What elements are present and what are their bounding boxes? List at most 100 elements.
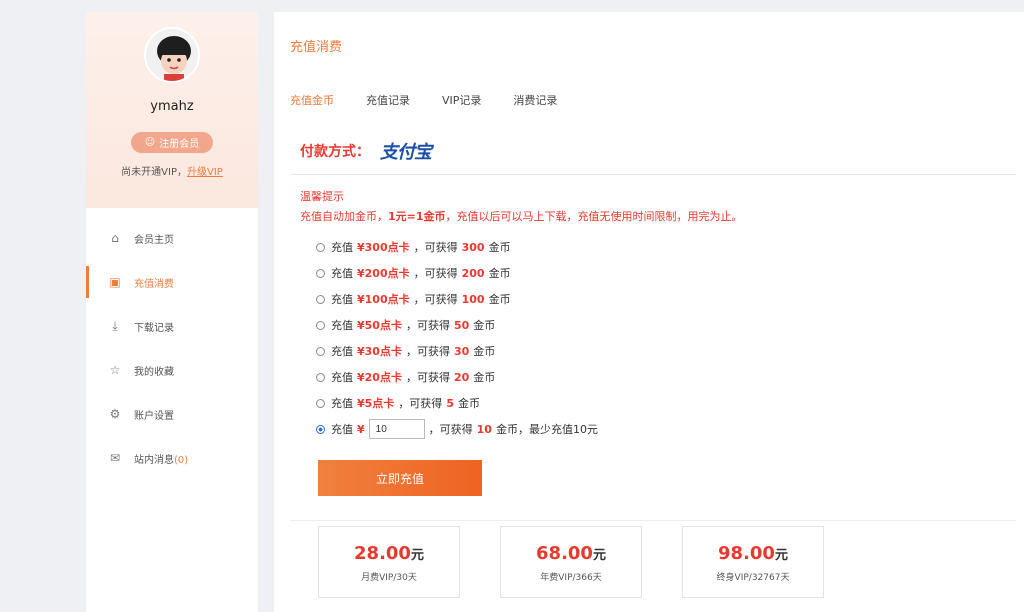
vip-price-value: 98.00 bbox=[718, 543, 775, 564]
radio-button[interactable] bbox=[316, 372, 325, 382]
radio-button[interactable] bbox=[316, 346, 325, 356]
option-mid: ，可获得 bbox=[405, 371, 450, 384]
option-coins: 5 bbox=[446, 396, 454, 410]
recharge-option[interactable]: 充值 ¥200点卡 ，可获得 200 金币 bbox=[316, 260, 598, 286]
option-prefix: 充值 bbox=[331, 267, 353, 280]
radio-button[interactable] bbox=[316, 320, 325, 330]
option-suffix: 金币 bbox=[488, 241, 511, 254]
option-card: ¥100点卡 bbox=[357, 293, 410, 306]
download-icon: ⤓ bbox=[112, 318, 118, 333]
sidebar-item-label: 下载记录 bbox=[134, 322, 174, 334]
tab-vip-records[interactable]: VIP记录 bbox=[442, 92, 481, 108]
alipay-logo[interactable]: 支付宝 bbox=[380, 138, 432, 164]
option-prefix: 充值 bbox=[331, 241, 353, 254]
recharge-option[interactable]: 充值 ¥5点卡 ，可获得 5 金币 bbox=[316, 390, 598, 416]
option-suffix: 金币，最少充值10元 bbox=[495, 423, 598, 436]
upgrade-vip-link[interactable]: 升级VIP bbox=[187, 167, 223, 178]
option-mid: ，可获得 bbox=[413, 241, 458, 254]
vip-status-text: 尚未开通VIP， bbox=[121, 167, 187, 178]
option-mid: ，可获得 bbox=[413, 293, 458, 306]
vip-price: 68.00元 bbox=[501, 543, 641, 564]
option-mid: ，可获得 bbox=[413, 267, 458, 280]
recharge-now-button[interactable]: 立即充值 bbox=[318, 460, 482, 496]
radio-button[interactable] bbox=[316, 242, 325, 252]
tab-bar: 充值金币 充值记录 VIP记录 消费记录 bbox=[290, 92, 557, 108]
option-prefix: 充值 bbox=[331, 423, 353, 436]
option-coins: 20 bbox=[453, 370, 470, 384]
custom-amount-input[interactable] bbox=[368, 419, 425, 439]
sidebar-item-label: 充值消费 bbox=[134, 278, 174, 290]
recharge-options: 充值 ¥300点卡 ，可获得 300 金币 充值 ¥200点卡 ，可获得 200 金… bbox=[316, 234, 598, 442]
register-badge[interactable]: ☺ 注册会员 bbox=[130, 132, 214, 153]
radio-button[interactable] bbox=[316, 398, 325, 408]
currency-symbol: ¥ bbox=[357, 422, 365, 436]
vip-desc: 年费VIP/366天 bbox=[540, 573, 602, 583]
option-card: ¥50点卡 bbox=[357, 319, 402, 332]
payment-label: 付款方式： bbox=[300, 144, 370, 160]
tab-spending-records[interactable]: 消费记录 bbox=[513, 92, 557, 108]
vip-desc: 终身VIP/32767天 bbox=[716, 573, 790, 583]
tip-text: 充值自动加金币，1元=1金币，充值以后可以马上下载，充值无使用时间限制，用完为止… bbox=[300, 208, 743, 224]
recharge-option[interactable]: 充值 ¥30点卡 ，可获得 30 金币 bbox=[316, 338, 598, 364]
option-coins: 300 bbox=[461, 240, 485, 254]
option-suffix: 金币 bbox=[473, 319, 496, 332]
recharge-option[interactable]: 充值 ¥100点卡 ，可获得 100 金币 bbox=[316, 286, 598, 312]
recharge-option[interactable]: 充值 ¥300点卡 ，可获得 300 金币 bbox=[316, 234, 598, 260]
vip-price-unit: 元 bbox=[410, 548, 424, 563]
sidebar-item-label: 会员主页 bbox=[134, 234, 174, 246]
option-mid: ，可获得 bbox=[405, 319, 450, 332]
sidebar-item-favorites[interactable]: ☆ 我的收藏 bbox=[86, 348, 258, 392]
option-card: ¥300点卡 bbox=[357, 241, 410, 254]
vip-plan-card[interactable]: 98.00元 终身VIP/32767天 bbox=[682, 526, 824, 598]
radio-button-selected[interactable] bbox=[316, 424, 325, 434]
divider bbox=[290, 520, 1016, 521]
recharge-option[interactable]: 充值 ¥50点卡 ，可获得 50 金币 bbox=[316, 312, 598, 338]
option-card: ¥20点卡 bbox=[357, 371, 402, 384]
vip-price: 28.00元 bbox=[319, 543, 459, 564]
star-icon: ☆ bbox=[109, 363, 121, 377]
tip-title: 温馨提示 bbox=[300, 190, 344, 203]
option-coins: 200 bbox=[461, 266, 485, 280]
option-mid: ，可获得 bbox=[405, 345, 450, 358]
option-mid: ，可获得 bbox=[398, 397, 443, 410]
option-card: ¥5点卡 bbox=[357, 397, 395, 410]
avatar[interactable] bbox=[144, 27, 200, 83]
message-count: (0) bbox=[174, 454, 189, 466]
vip-price-unit: 元 bbox=[774, 548, 788, 563]
radio-button[interactable] bbox=[316, 294, 325, 304]
vip-price: 98.00元 bbox=[683, 543, 823, 564]
tip-rate: 1元=1金币 bbox=[388, 210, 446, 223]
vip-desc: 月费VIP/30天 bbox=[361, 573, 417, 583]
vip-price-value: 28.00 bbox=[354, 543, 411, 564]
option-coins: 30 bbox=[453, 344, 470, 358]
option-suffix: 金币 bbox=[488, 267, 511, 280]
radio-button[interactable] bbox=[316, 268, 325, 278]
vip-plan-card[interactable]: 28.00元 月费VIP/30天 bbox=[318, 526, 460, 598]
tip-text-part: ，充值以后可以马上下载，充值无使用时间限制，用完为止。 bbox=[445, 210, 743, 223]
option-prefix: 充值 bbox=[331, 397, 353, 410]
tab-recharge-records[interactable]: 充值记录 bbox=[366, 92, 410, 108]
mail-icon: ✉ bbox=[109, 451, 121, 465]
sidebar-item-downloads[interactable]: ⤓ 下载记录 bbox=[86, 304, 258, 348]
page-title: 充值消费 bbox=[290, 40, 343, 55]
sidebar-item-settings[interactable]: ⚙ 账户设置 bbox=[86, 392, 258, 436]
option-card: ¥30点卡 bbox=[357, 345, 402, 358]
gear-icon: ⚙ bbox=[109, 407, 121, 421]
sidebar-item-member-home[interactable]: ⌂ 会员主页 bbox=[86, 216, 258, 260]
divider bbox=[290, 174, 1016, 175]
sidebar-item-recharge[interactable]: ▣ 充值消费 bbox=[86, 260, 258, 304]
option-prefix: 充值 bbox=[331, 345, 353, 358]
tab-recharge-coins[interactable]: 充值金币 bbox=[290, 92, 334, 108]
custom-recharge-option[interactable]: 充值 ¥ ，可获得 10 金币，最少充值10元 bbox=[316, 416, 598, 442]
option-suffix: 金币 bbox=[473, 345, 496, 358]
sidebar-item-label: 站内消息 bbox=[134, 454, 174, 466]
user-icon: ☺ bbox=[144, 137, 156, 148]
profile-panel: ymahz ☺ 注册会员 尚未开通VIP，升级VIP bbox=[86, 12, 258, 208]
vip-price-value: 68.00 bbox=[536, 543, 593, 564]
recharge-option[interactable]: 充值 ¥20点卡 ，可获得 20 金币 bbox=[316, 364, 598, 390]
option-coins: 100 bbox=[461, 292, 485, 306]
payment-method: 付款方式： 支付宝 bbox=[300, 138, 432, 164]
vip-plan-card[interactable]: 68.00元 年费VIP/366天 bbox=[500, 526, 642, 598]
sidebar-item-messages[interactable]: ✉ 站内消息(0) bbox=[86, 436, 258, 480]
option-coins: 50 bbox=[453, 318, 470, 332]
